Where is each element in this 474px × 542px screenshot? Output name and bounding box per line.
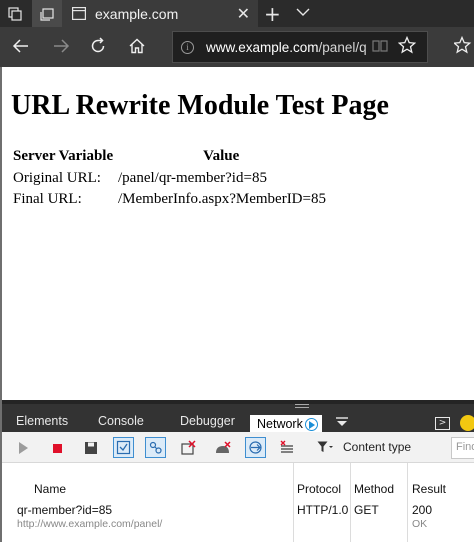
export-har-icon[interactable] [113, 437, 134, 458]
table-row: Original URL: /panel/qr-member?id=85 [13, 168, 326, 189]
clear-entries-icon[interactable] [179, 439, 197, 457]
find-input[interactable]: Find [451, 437, 474, 459]
refresh-icon[interactable] [89, 37, 107, 58]
content-type-label: Content type [343, 440, 412, 454]
chevron-down-icon[interactable] [296, 2, 310, 25]
close-tab-icon[interactable]: ✕ [237, 4, 250, 23]
tab-elements[interactable]: Elements [16, 414, 68, 428]
new-tab-icon[interactable]: + [264, 2, 281, 26]
home-icon[interactable] [128, 37, 146, 58]
favorite-star-icon[interactable] [397, 35, 417, 57]
server-variables-table: Server Variable Value Original URL: /pane… [13, 147, 326, 210]
tabs-aside-icon [8, 6, 22, 21]
filter-funnel-icon [317, 441, 333, 452]
devtools-panel: Elements Console Debugger Network > Cont… [0, 400, 474, 542]
start-profiling-icon[interactable] [14, 439, 32, 457]
request-method: GET [354, 503, 379, 517]
save-icon[interactable] [82, 439, 100, 457]
feedback-smiley-icon[interactable] [460, 415, 474, 431]
stop-profiling-icon[interactable] [48, 439, 66, 457]
row-name: Original URL: [13, 170, 101, 186]
address-host: www.example.com [206, 39, 319, 55]
page-content: URL Rewrite Module Test Page Server Vari… [0, 67, 474, 400]
reading-view-icon[interactable] [372, 39, 388, 56]
tab-title: example.com [95, 5, 179, 22]
header-value: Value [203, 147, 240, 164]
request-url: http://www.example.com/panel/ [17, 518, 163, 530]
forward-arrow-icon[interactable] [52, 37, 70, 58]
request-status: 200 [412, 503, 433, 517]
address-path: /panel/qr [318, 39, 366, 55]
tab-preview-icon [40, 7, 54, 21]
clear-cache-icon[interactable] [213, 439, 231, 457]
row-value: /MemberInfo.aspx?MemberID=85 [118, 191, 326, 207]
show-tabs-aside-button[interactable] [32, 0, 62, 27]
request-protocol: HTTP/1.0 [297, 503, 349, 517]
network-requests-table: Name Protocol Method Result qr-member?id… [2, 463, 474, 542]
clear-all-entries-icon[interactable] [278, 439, 296, 457]
page-title: URL Rewrite Module Test Page [11, 90, 389, 121]
address-url[interactable]: www.example.com/panel/qr [206, 40, 366, 55]
column-header-result[interactable]: Result [412, 482, 446, 496]
row-value: /panel/qr-member?id=85 [118, 170, 267, 186]
table-header-row: Server Variable Value [13, 147, 326, 168]
back-arrow-icon[interactable] [12, 37, 30, 58]
devtools-tabs: Elements Console Debugger Network > [2, 400, 474, 435]
navigation-bar: i www.example.com/panel/qr [0, 27, 474, 67]
address-bar[interactable]: i www.example.com/panel/qr [172, 31, 428, 63]
row-name: Final URL: [13, 191, 82, 207]
table-header: Server Variable Value [13, 147, 326, 168]
tab-actions-button[interactable] [0, 0, 30, 27]
tab-debugger[interactable]: Debugger [180, 414, 235, 428]
tab-console[interactable]: Console [98, 414, 144, 428]
column-header-method[interactable]: Method [354, 482, 394, 496]
header-server-variable: Server Variable [13, 147, 114, 164]
clear-on-navigate-icon[interactable] [245, 437, 266, 458]
table-row: Final URL: /MemberInfo.aspx?MemberID=85 [13, 189, 326, 210]
resize-handle[interactable] [295, 404, 309, 408]
active-tab[interactable]: example.com ✕ [62, 0, 258, 27]
tab-network-label: Network [257, 417, 303, 431]
column-header-name[interactable]: Name [34, 482, 66, 496]
column-separator [293, 463, 294, 542]
site-info-icon[interactable]: i [181, 40, 194, 54]
hub-favorites-icon[interactable] [452, 35, 474, 57]
console-drawer-icon[interactable]: > [435, 417, 450, 430]
recording-indicator-icon [305, 418, 318, 431]
always-refresh-icon[interactable] [145, 437, 166, 458]
tab-strip: example.com ✕ + [0, 0, 474, 27]
column-separator [407, 463, 408, 542]
column-header-protocol[interactable]: Protocol [297, 482, 341, 496]
content-type-filter[interactable]: Content type [317, 440, 411, 454]
network-toolbar: Content type Find [2, 432, 474, 463]
column-separator [350, 463, 351, 542]
more-tools-icon[interactable] [335, 416, 349, 431]
page-icon [72, 7, 86, 20]
request-status-text: OK [412, 518, 428, 530]
request-name: qr-member?id=85 [17, 503, 113, 517]
